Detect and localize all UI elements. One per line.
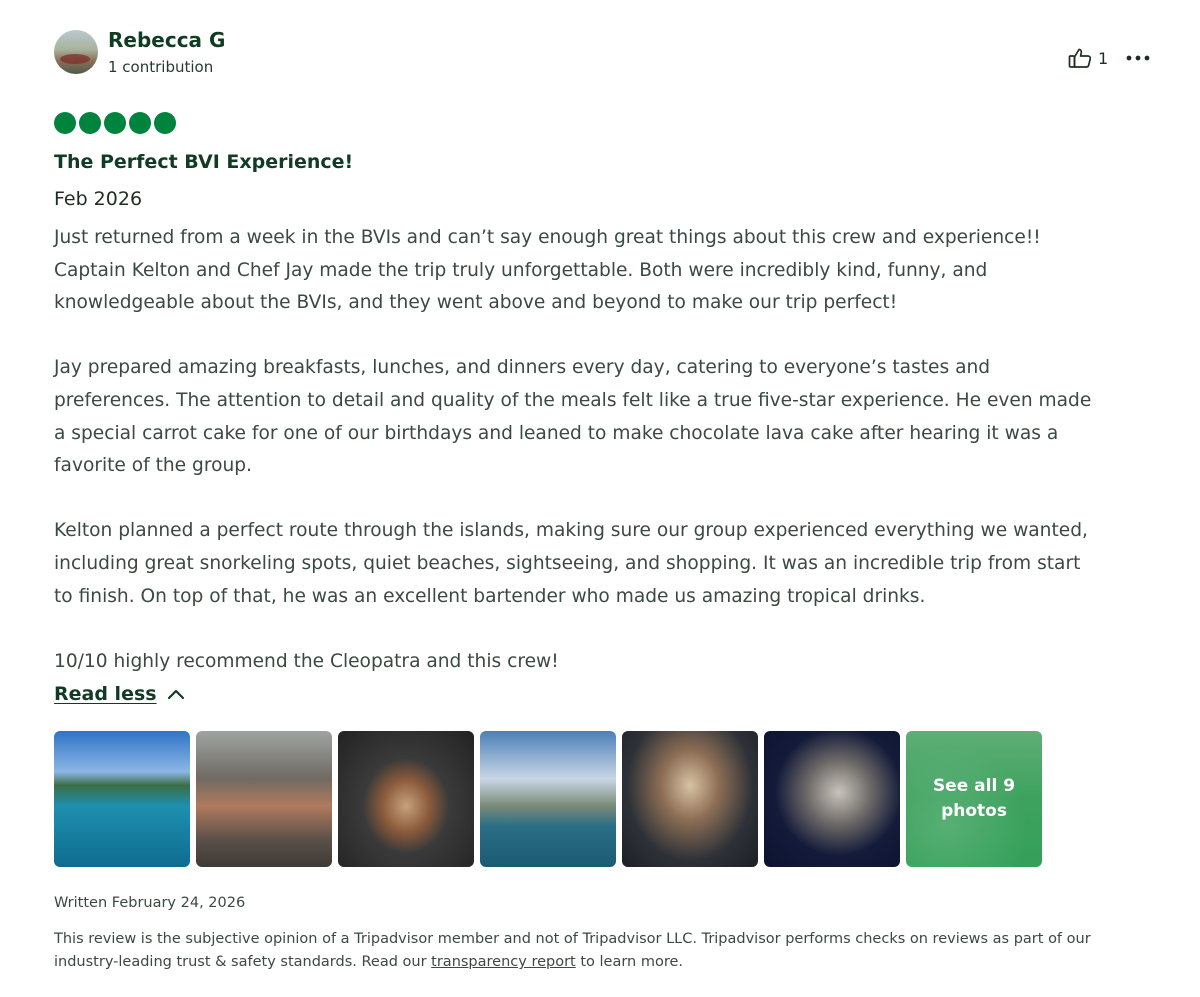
- review-title[interactable]: The Perfect BVI Experience!: [54, 151, 353, 173]
- rating-bubble-icon: [154, 112, 176, 134]
- review-line: including great snorkeling spots, quiet …: [54, 552, 1081, 574]
- rating-bubble-icon: [79, 112, 101, 134]
- see-all-photos-label: See all 9 photos: [932, 776, 1016, 821]
- more-options-button[interactable]: [1124, 46, 1152, 70]
- rating-bubble-icon: [129, 112, 151, 134]
- review-line: to finish. On top of that, he was an exc…: [54, 585, 926, 607]
- rating-bubble-icon: [104, 112, 126, 134]
- photo-thumbnail[interactable]: [338, 731, 474, 867]
- review-paragraph: Jay prepared amazing breakfasts, lunches…: [54, 352, 1154, 482]
- review-line: Just returned from a week in the BVIs an…: [54, 227, 1041, 248]
- author-contributions: 1 contribution: [108, 58, 214, 76]
- review-line: Jay prepared amazing breakfasts, lunches…: [54, 357, 991, 379]
- helpful-vote-button[interactable]: 1: [1068, 46, 1108, 70]
- review-paragraph: Kelton planned a perfect route through t…: [54, 515, 1154, 613]
- review-body: Just returned from a week in the BVIs an…: [54, 222, 1154, 678]
- visit-date: Feb 2026: [54, 188, 143, 210]
- review-disclaimer: This review is the subjective opinion of…: [54, 928, 1134, 974]
- ellipsis-icon: [1124, 55, 1152, 74]
- disclaimer-suffix: to learn more.: [575, 954, 684, 970]
- written-date: Written February 24, 2026: [54, 895, 246, 911]
- read-less-button[interactable]: Read less: [54, 683, 185, 705]
- review-line: Captain Kelton and Chef Jay made the tri…: [54, 259, 988, 281]
- photo-thumbnail[interactable]: [764, 731, 900, 867]
- read-less-label: Read less: [54, 683, 157, 705]
- avatar[interactable]: [54, 30, 98, 74]
- see-all-photos-button[interactable]: See all 9 photos: [906, 731, 1042, 867]
- helpful-count: 1: [1098, 48, 1109, 68]
- review-line: knowledgeable about the BVIs, and they w…: [54, 292, 898, 314]
- photo-thumbnail[interactable]: [54, 731, 190, 867]
- review-header: Rebecca G 1 contribution 1: [54, 28, 1154, 78]
- photo-strip: See all 9 photos: [54, 731, 1042, 867]
- review-line: 10/10 highly recommend the Cleopatra and…: [54, 650, 559, 672]
- review-line: preferences. The attention to detail and…: [54, 389, 1092, 411]
- chevron-up-icon: [167, 683, 185, 705]
- photo-thumbnail[interactable]: [196, 731, 332, 867]
- photo-thumbnail[interactable]: [480, 731, 616, 867]
- photo-thumbnail[interactable]: [622, 731, 758, 867]
- rating-bubbles: [54, 112, 176, 134]
- transparency-report-link[interactable]: transparency report: [431, 954, 576, 970]
- review-paragraph: Just returned from a week in the BVIs an…: [54, 222, 1154, 320]
- review-line: a special carrot cake for one of our bir…: [54, 422, 1059, 444]
- review-line: favorite of the group.: [54, 455, 252, 477]
- thumbs-up-icon: [1068, 47, 1092, 69]
- rating-bubble-icon: [54, 112, 76, 134]
- author-name[interactable]: Rebecca G: [108, 28, 225, 52]
- review-line: Kelton planned a perfect route through t…: [54, 520, 1088, 542]
- review-paragraph: 10/10 highly recommend the Cleopatra and…: [54, 646, 1154, 679]
